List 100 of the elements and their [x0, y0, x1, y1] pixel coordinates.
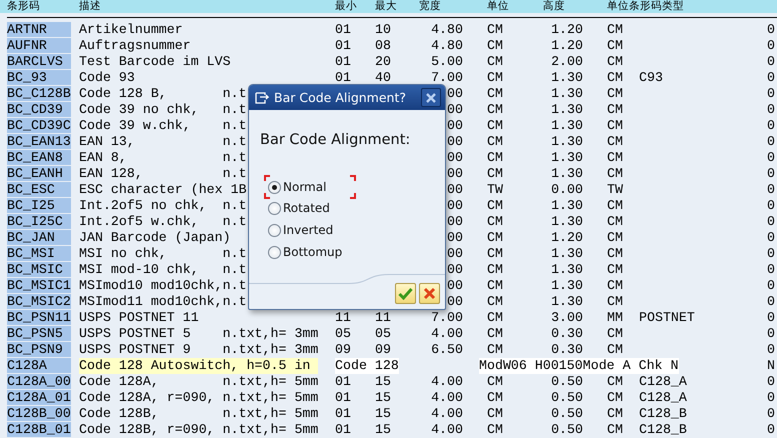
key-cell: BC_C128B — [7, 86, 71, 101]
key-cell: BC_JAN — [7, 230, 71, 245]
table-cell: CM — [487, 198, 503, 214]
table-cell: CM — [607, 134, 623, 150]
table-cell: Code 39 no chk, n.t — [79, 102, 247, 118]
table-cell: CM — [607, 54, 623, 70]
table-cell: 4.80 — [431, 22, 463, 38]
confirm-button[interactable] — [395, 283, 416, 304]
text-field[interactable]: Code 128 Autoswitch, h=0.5 in — [79, 358, 318, 374]
table-cell: 15 — [375, 374, 391, 390]
table-cell: 1.30 — [551, 198, 583, 214]
table-cell: CM — [487, 230, 503, 246]
key-cell: BC_EAN8 — [7, 150, 71, 165]
table-cell: 1.30 — [551, 86, 583, 102]
table-cell: CM — [607, 374, 623, 390]
table-cell: 4.00 — [431, 406, 463, 422]
key-cell: BC_CD39C — [7, 118, 71, 133]
table-cell: CM — [607, 406, 623, 422]
table-cell: 1.30 — [551, 70, 583, 86]
table-cell: Int.2of5 no chk, n.t — [79, 198, 247, 214]
table-cell: C128_A — [639, 374, 687, 390]
table-cell: CM — [607, 198, 623, 214]
table-cell: CM — [607, 230, 623, 246]
radio-button[interactable]: Normal — [264, 175, 356, 199]
table-cell: 1.30 — [551, 118, 583, 134]
table-cell: CM — [487, 278, 503, 294]
key-cell: BC_PSN5 — [7, 326, 71, 341]
key-cell: BC_I25 — [7, 198, 71, 213]
table-cell: CM — [487, 22, 503, 38]
key-cell: C128A — [7, 358, 71, 373]
table-cell: 01 — [335, 406, 351, 422]
table-cell: 0 — [767, 134, 775, 150]
key-cell: BC_MSIC1 — [7, 278, 71, 293]
table-cell: 05 — [375, 326, 391, 342]
column-header: 单位 — [487, 0, 509, 13]
table-cell: CM — [487, 406, 503, 422]
table-cell: 1.20 — [551, 230, 583, 246]
table-cell: CM — [607, 102, 623, 118]
table-cell: 0 — [767, 150, 775, 166]
table-cell: CM — [487, 70, 503, 86]
table-cell: 0 — [767, 118, 775, 134]
table-cell: Code 128 B, n.t — [79, 86, 247, 102]
table-cell: 00 — [447, 198, 463, 214]
table-cell: 0.50 — [551, 406, 583, 422]
table-cell: 0 — [767, 230, 775, 246]
table-cell: CM — [607, 86, 623, 102]
table-cell: 1.20 — [551, 22, 583, 38]
table-cell: 00 — [447, 230, 463, 246]
table-cell: CM — [487, 118, 503, 134]
table-cell: Test Barcode im LVS — [79, 54, 231, 70]
column-header: 最小 — [335, 0, 357, 13]
table-cell: CM — [607, 342, 623, 358]
column-header: 高度 — [543, 0, 565, 13]
table-cell: MM — [607, 310, 623, 326]
table-cell: CM — [487, 294, 503, 310]
radio-button[interactable]: Inverted — [264, 219, 356, 241]
text-field[interactable]: Code 128 — [335, 358, 399, 374]
table-cell: 0 — [767, 38, 775, 54]
table-cell: 7.00 — [431, 310, 463, 326]
column-header: 描述 — [79, 0, 101, 13]
cancel-button[interactable] — [419, 283, 440, 304]
table-cell: 0 — [767, 182, 775, 198]
table-cell: 1.30 — [551, 102, 583, 118]
close-button[interactable] — [421, 88, 441, 107]
table-cell: 08 — [375, 38, 391, 54]
table-cell: Int.2of5 w.chk, n.t — [79, 214, 247, 230]
table-cell: 1.30 — [551, 214, 583, 230]
table-cell: 0 — [767, 102, 775, 118]
table-cell: N — [767, 358, 775, 374]
table-cell: USPS POSTNET 11 — [79, 310, 199, 326]
table-cell: 1.30 — [551, 150, 583, 166]
key-cell: C128A_00 — [7, 374, 71, 389]
key-cell: C128B_01 — [7, 422, 71, 437]
table-cell: CM — [607, 22, 623, 38]
dialog-title: Bar Code Alignment? — [274, 90, 408, 105]
table-cell: 4.00 — [431, 374, 463, 390]
table-cell: 3.00 — [551, 310, 583, 326]
key-cell: BC_MSIC2 — [7, 294, 71, 309]
table-cell: C128_B — [639, 406, 687, 422]
table-cell: 0 — [767, 278, 775, 294]
table-cell: 15 — [375, 406, 391, 422]
table-cell: 0 — [767, 70, 775, 86]
table-cell: CM — [487, 374, 503, 390]
text-field[interactable]: ModW06 H00150Mode A Chk N — [479, 358, 678, 374]
table-cell: USPS POSTNET 5 n.txt,h= 3mm — [79, 326, 318, 342]
table-cell: CM — [607, 278, 623, 294]
table-cell: CM — [607, 70, 623, 86]
table-cell: CM — [607, 294, 623, 310]
table-cell: 00 — [447, 182, 463, 198]
table-cell: Code 93 — [79, 70, 135, 86]
table-cell: 00 — [447, 246, 463, 262]
table-cell: 2.00 — [551, 54, 583, 70]
table-cell: EAN 8, n.t — [79, 150, 247, 166]
table-cell: MSImod10 mod10chk,n.t — [79, 278, 247, 294]
table-cell: CM — [487, 390, 503, 406]
table-cell: 4.80 — [431, 38, 463, 54]
radio-button[interactable]: Bottomup — [264, 241, 356, 263]
key-cell: BC_PSN11 — [7, 310, 71, 325]
radio-button[interactable]: Rotated — [264, 197, 356, 219]
key-cell: BC_CD39 — [7, 102, 71, 117]
